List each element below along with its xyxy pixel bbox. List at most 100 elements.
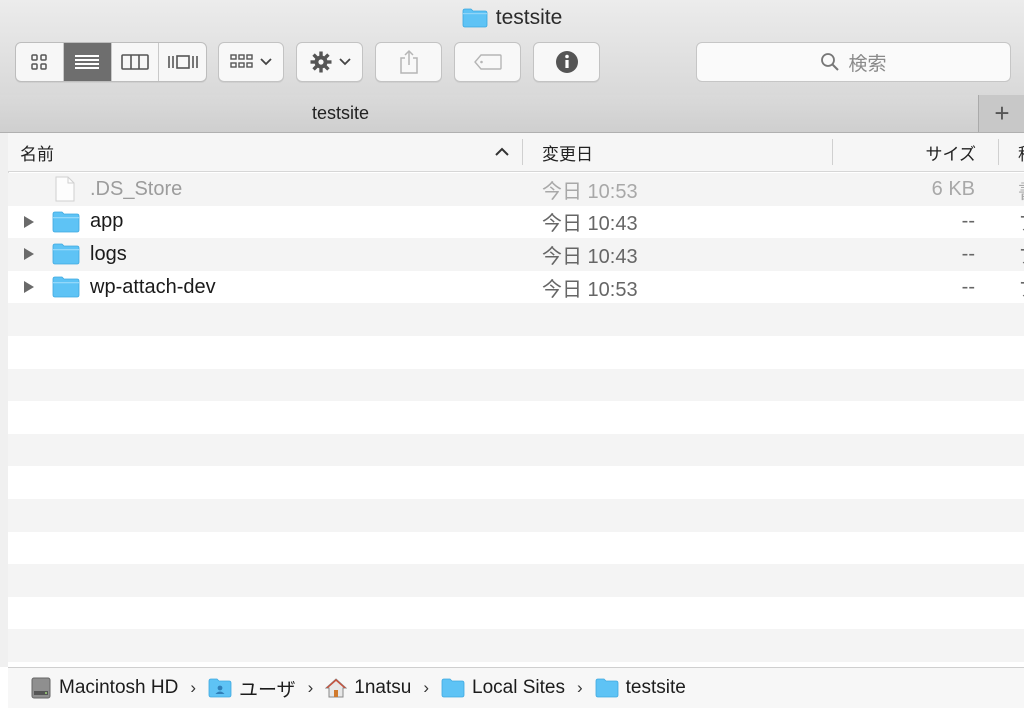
empty-row [8, 335, 1024, 369]
tag-button[interactable] [454, 42, 521, 82]
file-list: .DS_Store 今日 10:53 6 KB 書 app 今日 10:43 -… [8, 173, 1024, 695]
coverflow-view-button[interactable] [159, 43, 206, 81]
file-size: -- [961, 275, 975, 298]
path-label: ユーザ [239, 679, 296, 701]
empty-row [8, 629, 1024, 662]
columns-icon [121, 54, 149, 70]
file-kind: フ [1018, 271, 1024, 304]
chevron-right-icon: › [423, 678, 430, 697]
disclosure-triangle-icon[interactable] [23, 271, 35, 304]
tab-testsite[interactable]: testsite [0, 95, 978, 132]
column-divider[interactable] [522, 139, 523, 165]
path-item-users[interactable]: ユーザ [208, 675, 296, 702]
tab-bar: testsite + [0, 95, 1024, 133]
list-view-button[interactable] [63, 43, 112, 81]
plus-icon: + [994, 98, 1010, 128]
folder-row[interactable]: wp-attach-dev 今日 10:53 -- フ [8, 270, 1024, 304]
new-tab-button[interactable]: + [978, 95, 1024, 132]
file-modified: 今日 10:53 [542, 180, 638, 203]
file-name: wp-attach-dev [90, 275, 216, 298]
document-icon [55, 173, 75, 206]
empty-row [8, 368, 1024, 402]
empty-row [8, 498, 1024, 532]
folder-icon [441, 678, 465, 698]
empty-row [8, 433, 1024, 467]
view-mode-control [15, 42, 207, 82]
folder-icon [462, 8, 488, 28]
file-name: logs [90, 242, 127, 265]
folder-icon [52, 206, 80, 239]
tag-icon [473, 54, 502, 70]
folder-icon [52, 271, 80, 304]
list-icon [75, 55, 100, 69]
path-item-local-sites[interactable]: Local Sites [441, 677, 565, 699]
column-divider[interactable] [832, 139, 833, 165]
home-icon [325, 678, 348, 698]
path-bar: Macintosh HD › ユーザ › 1natsu › Local Site… [8, 667, 1024, 708]
info-button[interactable] [533, 42, 600, 82]
folder-row[interactable]: app 今日 10:43 -- フ [8, 205, 1024, 239]
info-icon [555, 51, 578, 73]
file-size: 6 KB [931, 177, 975, 200]
window-title: testsite [0, 6, 1024, 30]
folder-icon [595, 678, 619, 698]
share-icon [399, 49, 418, 74]
empty-row [8, 401, 1024, 434]
title-toolbar: testsite 検索 [0, 0, 1024, 96]
chevron-down-icon [260, 58, 272, 66]
folder-icon [52, 238, 80, 271]
file-kind: フ [1018, 206, 1024, 239]
gear-icon [310, 51, 331, 73]
window-title-text: testsite [495, 6, 563, 29]
chevron-right-icon: › [307, 678, 314, 697]
coverflow-icon [167, 55, 198, 69]
empty-row [8, 466, 1024, 499]
file-modified: 今日 10:43 [542, 213, 638, 236]
disclosure-triangle-icon[interactable] [23, 238, 35, 271]
share-button[interactable] [375, 42, 442, 82]
action-button[interactable] [296, 42, 363, 82]
path-item-home[interactable]: 1natsu [325, 677, 411, 699]
arrange-button[interactable] [218, 42, 284, 82]
search-placeholder: 検索 [848, 53, 887, 75]
file-size: -- [961, 210, 975, 233]
file-modified: 今日 10:43 [542, 245, 638, 268]
path-item-testsite[interactable]: testsite [595, 677, 686, 699]
chevron-right-icon: › [190, 678, 196, 697]
disclosure-triangle-icon[interactable] [23, 206, 35, 239]
column-header: 名前 変更日 サイズ 種 [8, 133, 1024, 172]
column-view-button[interactable] [112, 43, 160, 81]
path-label: Local Sites [472, 677, 565, 698]
path-label: Macintosh HD [59, 677, 179, 698]
grid-icon [31, 54, 48, 70]
file-kind: フ [1018, 238, 1024, 271]
folder-row[interactable]: logs 今日 10:43 -- フ [8, 238, 1024, 271]
modified-column-label: 変更日 [542, 144, 593, 164]
empty-row [8, 564, 1024, 597]
empty-row [8, 303, 1024, 336]
sort-ascending-icon[interactable] [495, 133, 509, 171]
size-column-label: サイズ [925, 144, 977, 164]
path-item-macintosh-hd[interactable]: Macintosh HD [30, 676, 178, 700]
chevron-down-icon [338, 58, 351, 66]
users-folder-icon [208, 678, 232, 698]
kind-column-label: 種 [1018, 140, 1024, 165]
search-field[interactable]: 検索 [696, 42, 1011, 82]
name-column-header[interactable]: 名前 [20, 133, 520, 171]
modified-column-header[interactable]: 変更日 [542, 133, 832, 171]
file-name: .DS_Store [90, 177, 183, 200]
file-size: -- [961, 242, 975, 265]
name-column-label: 名前 [20, 144, 54, 164]
search-icon [821, 53, 840, 71]
icon-view-button[interactable] [16, 43, 64, 81]
hard-drive-icon [31, 677, 51, 699]
empty-row [8, 531, 1024, 565]
tab-label: testsite [311, 103, 370, 123]
size-column-header[interactable]: サイズ [838, 133, 977, 171]
kind-column-header[interactable]: 種 [1018, 133, 1024, 171]
file-kind: 書 [1018, 173, 1024, 206]
file-row[interactable]: .DS_Store 今日 10:53 6 KB 書 [8, 173, 1024, 206]
column-divider[interactable] [998, 139, 999, 165]
arrange-grid-icon [230, 54, 253, 68]
path-label: 1natsu [354, 677, 412, 698]
